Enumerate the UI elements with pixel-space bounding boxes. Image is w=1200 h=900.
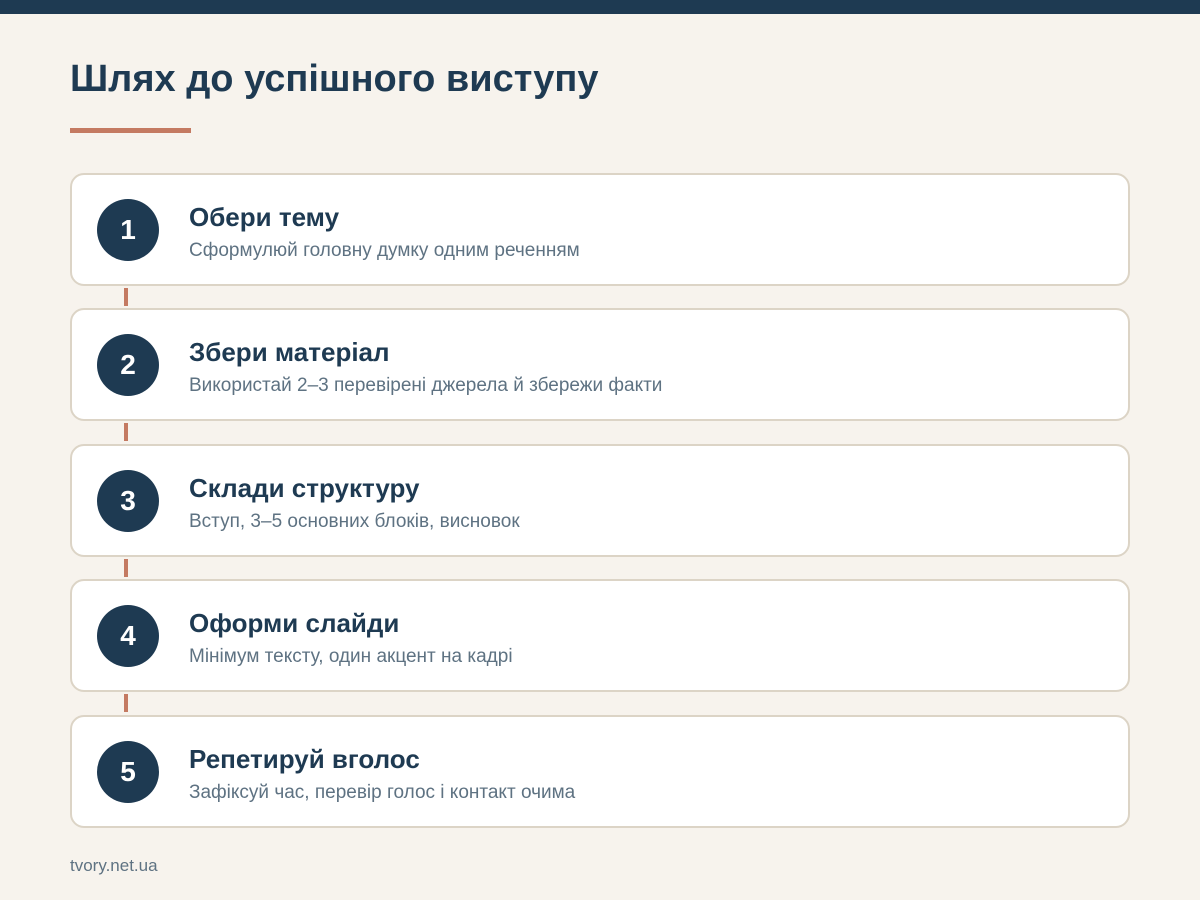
step-title: Склади структуру [189,473,420,503]
top-accent-bar [0,0,1200,14]
step-connector [124,694,128,712]
step-card-4: 4 Оформи слайди Мінімум тексту, один акц… [70,579,1130,692]
step-number-badge: 2 [97,334,159,396]
step-title: Репетируй вголос [189,744,420,774]
step-description: Мінімум тексту, один акцент на кадрі [189,646,513,667]
step-description: Вступ, 3–5 основних блоків, висновок [189,511,520,532]
title-underline [70,128,191,133]
step-number-badge: 3 [97,470,159,532]
step-card-1: 1 Обери тему Сформулюй головну думку одн… [70,173,1130,286]
step-card-3: 3 Склади структуру Вступ, 3–5 основних б… [70,444,1130,557]
step-description: Сформулюй головну думку одним реченням [189,240,580,261]
page-title: Шлях до успішного виступу [70,58,599,100]
step-connector [124,288,128,306]
step-number-badge: 4 [97,605,159,667]
step-connector [124,559,128,577]
step-title: Збери матеріал [189,337,390,367]
step-card-5: 5 Репетируй вголос Зафіксуй час, перевір… [70,715,1130,828]
step-card-2: 2 Збери матеріал Використай 2–3 перевіре… [70,308,1130,421]
step-title: Оформи слайди [189,608,400,638]
step-title: Обери тему [189,202,340,232]
step-description: Зафіксуй час, перевір голос і контакт оч… [189,782,576,803]
footer-source: tvory.net.ua [70,856,158,875]
step-number-badge: 1 [97,199,159,261]
step-number-badge: 5 [97,741,159,803]
step-description: Використай 2–3 перевірені джерела й збер… [189,375,663,396]
step-connector [124,423,128,441]
